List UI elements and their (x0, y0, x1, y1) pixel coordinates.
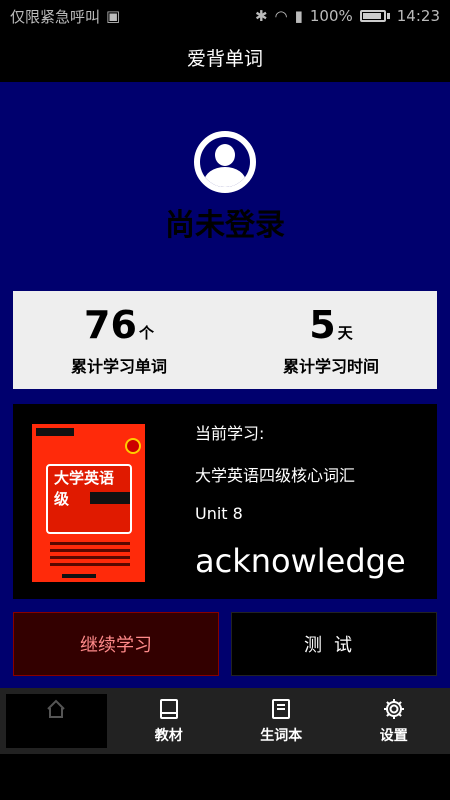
book-cover-lines (50, 542, 130, 570)
app-title-bar: 爱背单词 (0, 32, 450, 82)
nav-item-vocab[interactable]: 生词本 (225, 688, 338, 754)
book-cover-bar (90, 492, 130, 504)
main-content: 尚未登录 76 个 累计学习单词 5 天 累计学习时间 大学英语 级 当前学习:… (0, 82, 450, 688)
book-cover-badge (125, 438, 141, 454)
app-title: 爱背单词 (186, 47, 263, 70)
nav-item-home[interactable]: 首页 (0, 688, 113, 754)
stat-words-value: 76 (84, 303, 137, 347)
status-left: 仅限紧急呼叫 ▣ (10, 6, 120, 27)
nav-label-settings: 设置 (379, 728, 408, 744)
signal-icon: ▮ (294, 7, 303, 25)
book-cover-line (50, 556, 130, 559)
network-status-text: 仅限紧急呼叫 (10, 7, 101, 26)
test-button[interactable]: 测试 (231, 612, 437, 676)
book-cover-title: 大学英语 (54, 469, 115, 487)
stat-days-unit: 天 (337, 324, 353, 342)
stat-words-value-row: 76 个 (84, 303, 154, 347)
stat-days: 5 天 累计学习时间 (225, 291, 437, 389)
home-icon (47, 699, 65, 718)
battery-icon (359, 10, 386, 22)
book-cover-line (50, 542, 130, 545)
book-icon (159, 699, 178, 719)
avatar-body (204, 167, 246, 187)
bottom-nav: 首页 教材 生词本 设置 (0, 688, 450, 754)
avatar-head (215, 144, 235, 166)
stat-days-value: 5 (309, 303, 336, 347)
current-study-card[interactable]: 大学英语 级 当前学习: 大学英语四级核心词汇 Unit 8 acknowled… (13, 404, 437, 599)
stat-words-unit: 个 (138, 324, 154, 342)
stat-words-label: 累计学习单词 (70, 357, 167, 376)
stat-words: 76 个 累计学习单词 (13, 291, 225, 389)
book-cover[interactable]: 大学英语 级 (32, 424, 145, 582)
stats-card: 76 个 累计学习单词 5 天 累计学习时间 (13, 291, 437, 389)
book-cover-level: 级 (54, 490, 70, 508)
current-book-name: 大学英语四级核心词汇 (195, 466, 356, 485)
avatar-inner (200, 137, 250, 187)
wifi-icon: ◠ (274, 7, 288, 25)
avatar-icon[interactable] (194, 131, 256, 193)
book-cover-bottom-bar (62, 574, 96, 578)
status-bar: 仅限紧急呼叫 ▣ ✱ ◠ ▮ 100% 14:23 (0, 0, 450, 32)
current-unit: Unit 8 (195, 504, 243, 523)
book-cover-tag (36, 428, 74, 436)
book-cover-line (50, 563, 130, 566)
nav-item-settings[interactable]: 设置 (338, 688, 450, 754)
status-right: ✱ ◠ ▮ 100% 14:23 (255, 7, 440, 25)
battery-percent: 100% (309, 7, 353, 25)
system-nav-bar (0, 754, 450, 800)
nav-label-textbook: 教材 (154, 728, 183, 744)
clock: 14:23 (396, 7, 440, 25)
login-status[interactable]: 尚未登录 (0, 200, 450, 244)
vocab-icon (272, 699, 291, 719)
stat-days-label: 累计学习时间 (282, 357, 379, 376)
battery-tip-icon (386, 13, 390, 19)
bluetooth-icon: ✱ (254, 7, 268, 25)
nav-label-home: 首页 (42, 728, 71, 744)
continue-study-button[interactable]: 继续学习 (13, 612, 219, 676)
book-cover-line (50, 549, 130, 552)
gear-icon (383, 699, 404, 719)
current-word: acknowledge (195, 542, 406, 580)
stat-days-value-row: 5 天 (309, 303, 352, 347)
sim-icon: ▣ (106, 7, 121, 25)
current-study-label: 当前学习: (195, 424, 265, 443)
nav-item-textbook[interactable]: 教材 (113, 688, 226, 754)
nav-label-vocab: 生词本 (260, 728, 303, 744)
